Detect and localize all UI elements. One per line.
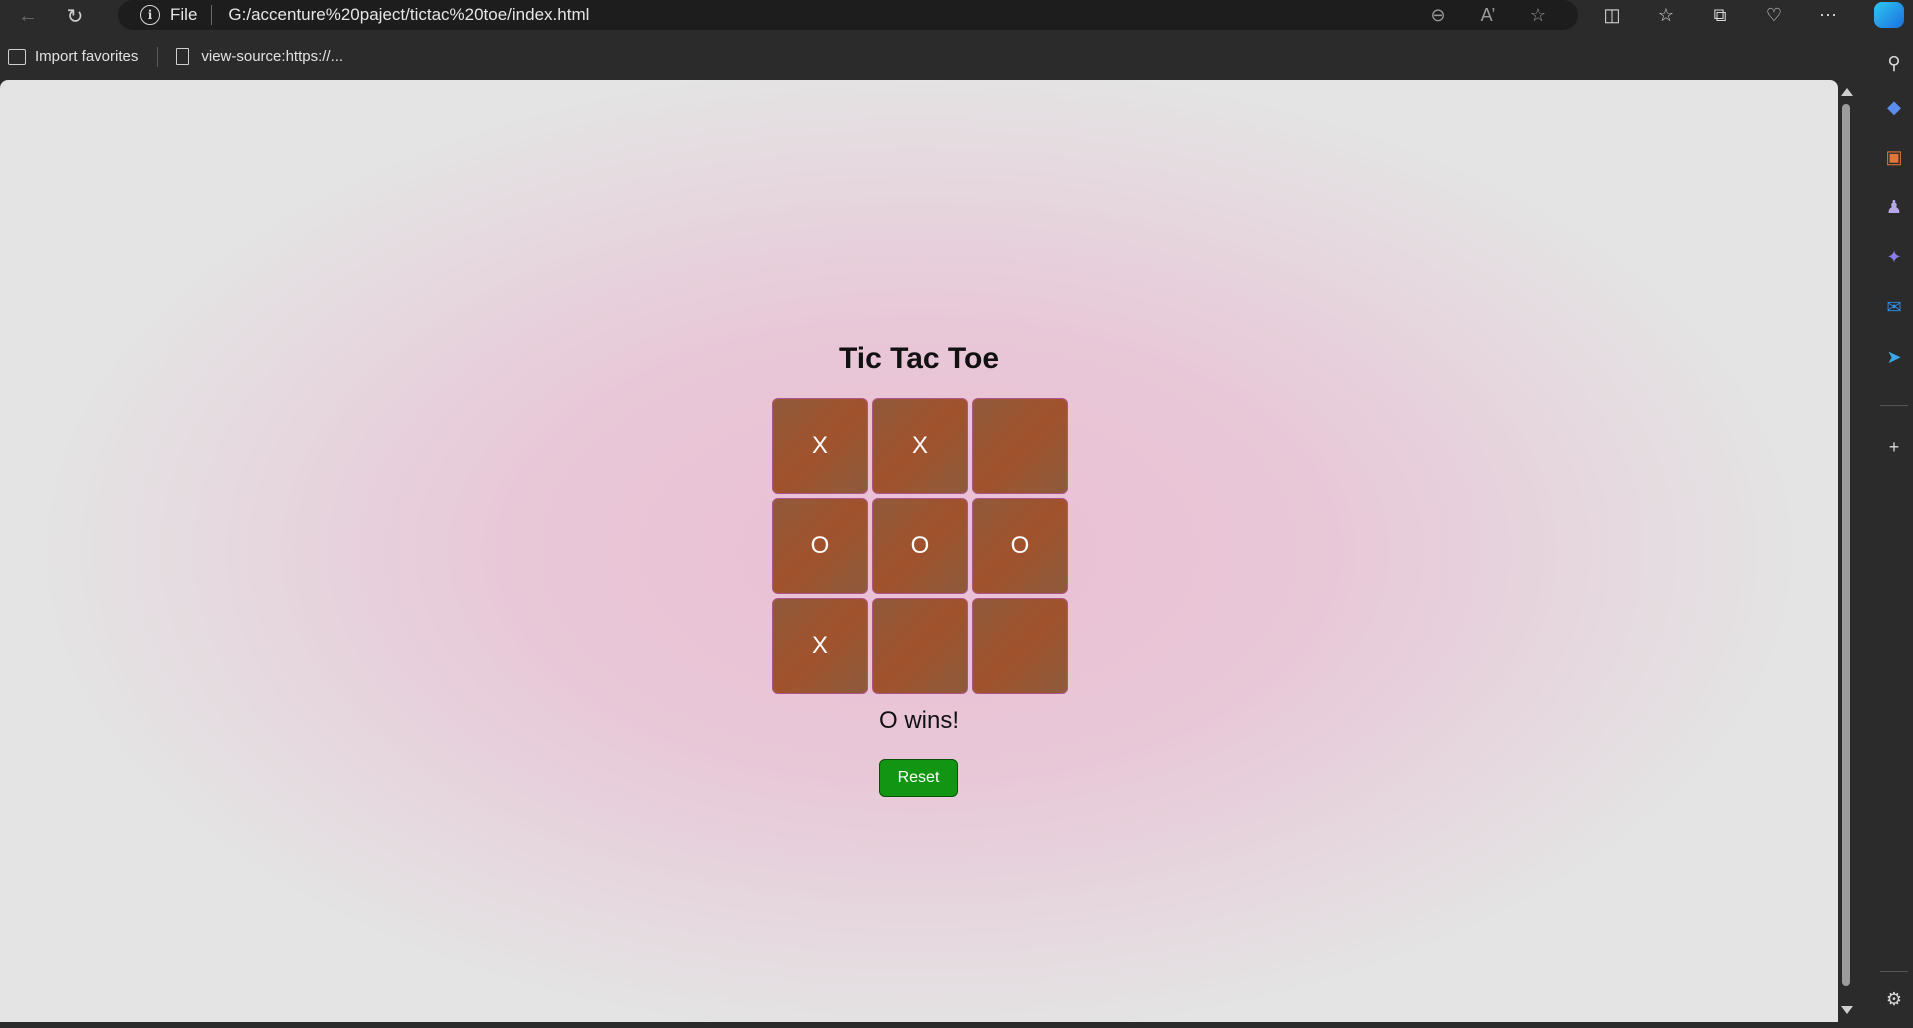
view-source-favorite[interactable]: view-source:https://...	[176, 48, 343, 65]
board-cell-4[interactable]: O	[872, 498, 968, 594]
add-icon[interactable]: +	[1882, 435, 1906, 459]
tools-icon[interactable]: ▣	[1882, 145, 1906, 169]
board-cell-7[interactable]	[872, 598, 968, 694]
board-cell-2[interactable]	[972, 398, 1068, 494]
address-bar[interactable]: i File G:/accenture%20paject/tictac%20to…	[118, 0, 1578, 30]
scroll-up-arrow-icon[interactable]	[1841, 88, 1853, 96]
shopping-icon[interactable]: ◆	[1882, 95, 1906, 119]
game-board: X X O O O X	[772, 398, 1068, 694]
favorites-separator	[157, 46, 159, 67]
page-icon	[176, 48, 190, 65]
page-title: Tic Tac Toe	[838, 342, 1000, 375]
read-aloud-icon[interactable]: A’	[1476, 5, 1500, 26]
search-icon[interactable]: ⚲	[1882, 51, 1906, 75]
board-cell-5[interactable]: O	[972, 498, 1068, 594]
copilot-app-icon[interactable]: ✦	[1882, 245, 1906, 269]
settings-icon[interactable]: ⚙	[1882, 987, 1906, 1011]
outlook-icon[interactable]: ✉	[1882, 295, 1906, 319]
browser-toolbar: ← ↻ i File G:/accenture%20paject/tictac%…	[0, 0, 1913, 33]
import-favorites-link[interactable]: Import favorites	[8, 48, 138, 65]
address-divider	[211, 5, 213, 25]
url-scheme: File	[170, 5, 198, 24]
reload-icon[interactable]: ↻	[57, 2, 93, 32]
favorites-bar: Import favorites view-source:https://...	[0, 33, 1874, 80]
bottom-edge	[0, 1022, 1874, 1028]
url-text[interactable]: G:/accenture%20paject/tictac%20toe/index…	[228, 5, 589, 25]
page-scrollbar[interactable]	[1838, 80, 1854, 1022]
page-viewport: Tic Tac Toe X X O O O X O wins! Reset	[0, 80, 1838, 1022]
address-bar-icons: ⊖ A’ ☆	[1426, 0, 1550, 30]
games-icon[interactable]: ♟	[1882, 195, 1906, 219]
board-cell-0[interactable]: X	[772, 398, 868, 494]
toolbar-icons: ◫ ☆ ⧉ ♡ ⋯	[1596, 0, 1844, 30]
board-cell-8[interactable]	[972, 598, 1068, 694]
import-favorites-icon	[8, 48, 26, 65]
browser-window: ← ↻ i File G:/accenture%20paject/tictac%…	[0, 0, 1913, 1028]
favorite-star-icon[interactable]: ☆	[1526, 5, 1550, 26]
scroll-down-arrow-icon[interactable]	[1841, 1006, 1853, 1014]
board-cell-1[interactable]: X	[872, 398, 968, 494]
more-icon[interactable]: ⋯	[1812, 5, 1844, 26]
sidebar-divider-bottom	[1880, 971, 1908, 972]
board-cell-6[interactable]: X	[772, 598, 868, 694]
split-screen-icon[interactable]: ◫	[1596, 5, 1628, 26]
copilot-icon[interactable]	[1874, 2, 1904, 28]
reset-button[interactable]: Reset	[879, 759, 958, 797]
game-status: O wins!	[878, 707, 959, 734]
back-arrow-icon[interactable]: ←	[10, 2, 46, 32]
browser-sidebar: ⚲ ◆ ▣ ♟ ✦ ✉ ➤ + ⚙	[1874, 33, 1913, 1028]
send-icon[interactable]: ➤	[1882, 345, 1906, 369]
board-cell-3[interactable]: O	[772, 498, 868, 594]
collections-icon[interactable]: ⧉	[1704, 5, 1736, 26]
import-favorites-label: Import favorites	[35, 48, 139, 65]
browser-essentials-icon[interactable]: ♡	[1758, 5, 1790, 26]
scroll-thumb[interactable]	[1842, 104, 1850, 986]
sidebar-divider	[1880, 405, 1908, 406]
site-info-icon[interactable]: i	[140, 5, 160, 25]
zoom-out-icon[interactable]: ⊖	[1426, 5, 1450, 26]
favorites-icon[interactable]: ☆	[1650, 5, 1682, 26]
view-source-label: view-source:https://...	[201, 48, 344, 65]
tic-tac-toe-game: Tic Tac Toe X X O O O X O wins! Reset	[0, 80, 1838, 1022]
